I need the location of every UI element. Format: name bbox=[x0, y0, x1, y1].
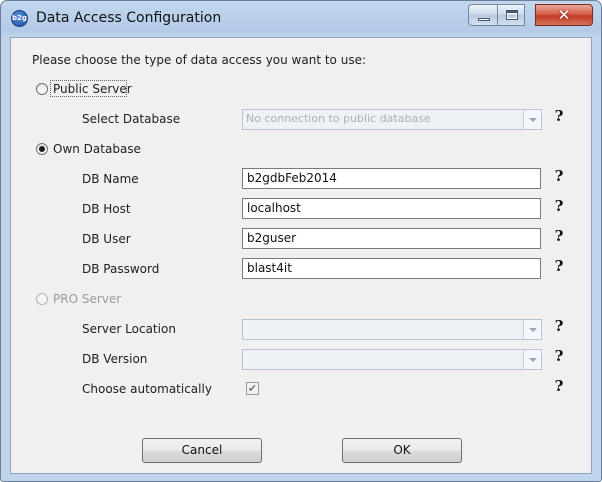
chevron-down-icon[interactable] bbox=[523, 320, 541, 339]
dialog-window: b2g Data Access Configuration ✕ Please c… bbox=[0, 0, 602, 482]
db-name-label: DB Name bbox=[82, 172, 139, 186]
help-icon[interactable]: ? bbox=[552, 258, 566, 276]
server-location-dropdown[interactable] bbox=[242, 319, 542, 340]
own-database-radio[interactable] bbox=[36, 143, 48, 155]
server-location-label: Server Location bbox=[82, 322, 176, 336]
select-database-value: No connection to public database bbox=[246, 112, 431, 125]
db-host-label: DB Host bbox=[82, 202, 131, 216]
db-version-label: DB Version bbox=[82, 352, 148, 366]
close-button[interactable]: ✕ bbox=[535, 4, 593, 26]
close-icon: ✕ bbox=[557, 6, 571, 24]
minimize-icon bbox=[478, 18, 490, 21]
help-icon[interactable]: ? bbox=[552, 348, 566, 366]
db-name-input[interactable]: b2gdbFeb2014 bbox=[242, 168, 541, 189]
db-host-input[interactable]: localhost bbox=[242, 198, 541, 219]
dialog-content: Please choose the type of data access yo… bbox=[10, 37, 592, 474]
help-icon[interactable]: ? bbox=[552, 198, 566, 216]
public-server-label[interactable]: Public Server bbox=[53, 82, 132, 96]
own-database-label[interactable]: Own Database bbox=[53, 142, 141, 156]
select-database-label: Select Database bbox=[82, 112, 181, 126]
pro-server-radio[interactable] bbox=[36, 293, 48, 305]
db-version-dropdown[interactable] bbox=[242, 349, 542, 370]
pro-server-label: PRO Server bbox=[53, 292, 122, 306]
maximize-icon bbox=[506, 10, 518, 20]
help-icon[interactable]: ? bbox=[552, 108, 566, 126]
db-user-input[interactable]: b2guser bbox=[242, 228, 541, 249]
db-password-input[interactable]: blast4it bbox=[242, 258, 541, 279]
title-bar[interactable]: b2g Data Access Configuration ✕ bbox=[1, 1, 601, 37]
chevron-down-icon[interactable] bbox=[523, 350, 541, 369]
minimize-button[interactable] bbox=[468, 4, 498, 26]
help-icon[interactable]: ? bbox=[552, 318, 566, 336]
window-title: Data Access Configuration bbox=[36, 10, 222, 26]
prompt-text: Please choose the type of data access yo… bbox=[32, 53, 366, 67]
choose-automatically-label: Choose automatically bbox=[82, 382, 212, 396]
db-password-label: DB Password bbox=[82, 262, 160, 276]
app-logo-icon: b2g bbox=[11, 10, 28, 27]
ok-button[interactable]: OK bbox=[342, 438, 462, 463]
choose-automatically-checkbox[interactable]: ✔ bbox=[246, 382, 259, 395]
help-icon[interactable]: ? bbox=[552, 168, 566, 186]
maximize-button[interactable] bbox=[497, 4, 525, 26]
db-user-label: DB User bbox=[82, 232, 131, 246]
public-server-radio[interactable] bbox=[36, 83, 48, 95]
select-database-dropdown[interactable]: No connection to public database bbox=[242, 109, 542, 130]
help-icon[interactable]: ? bbox=[552, 228, 566, 246]
help-icon[interactable]: ? bbox=[552, 378, 566, 396]
check-mark-icon: ✔ bbox=[247, 382, 258, 395]
cancel-button[interactable]: Cancel bbox=[142, 438, 262, 463]
chevron-down-icon[interactable] bbox=[523, 110, 541, 129]
